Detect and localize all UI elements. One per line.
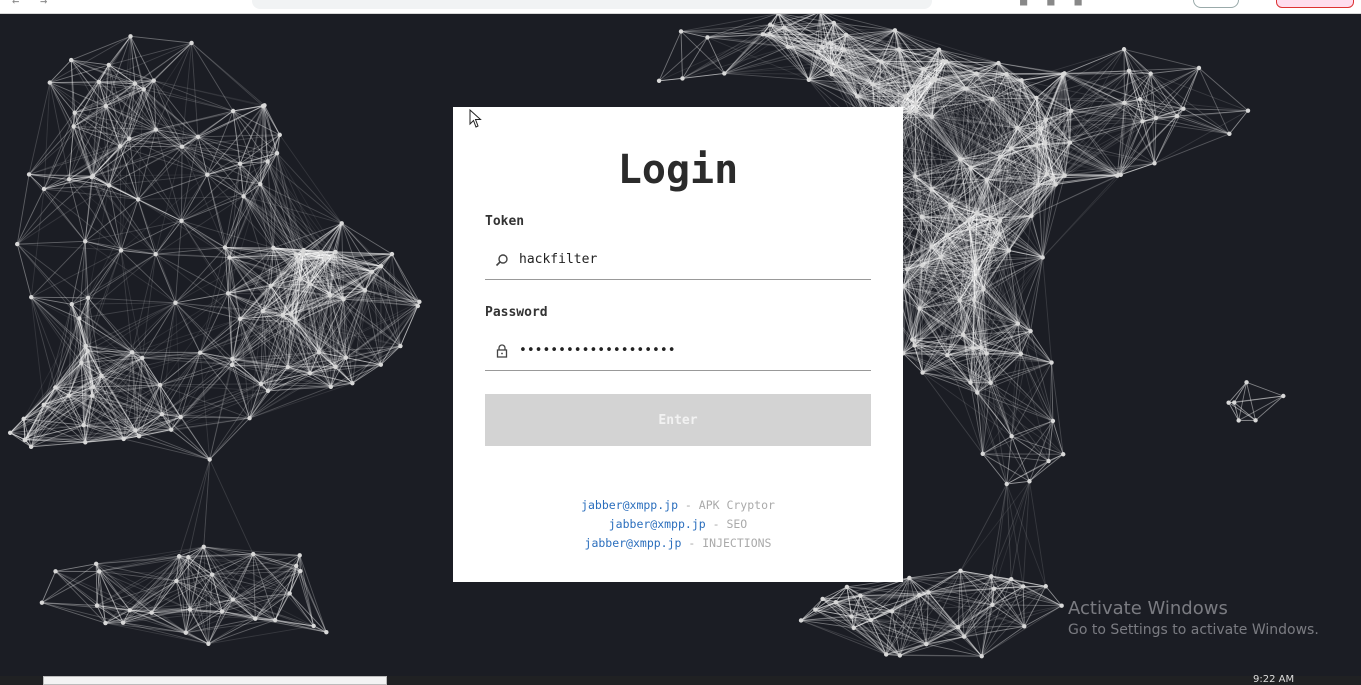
contact-item: jabber@xmpp.jp - APK Cryptor (453, 496, 903, 515)
browser-toolbar: ← → ■■■ (0, 0, 1361, 14)
taskbar: 9:22 AM (0, 674, 1361, 685)
watermark-subtitle: Go to Settings to activate Windows. (1068, 622, 1319, 638)
watermark-title: Activate Windows (1068, 598, 1228, 619)
password-label: Password (485, 305, 548, 320)
token-input[interactable] (519, 247, 859, 271)
profile-button[interactable] (1193, 0, 1239, 8)
login-card: Login Token Password Enter jabber@xmpp.j… (453, 107, 903, 582)
taskbar-search-box[interactable] (43, 676, 387, 685)
page-title: Login (617, 147, 739, 193)
lock-icon (496, 344, 508, 358)
password-input[interactable] (519, 338, 859, 362)
forward-arrow-icon[interactable]: → (40, 0, 47, 8)
mouse-pointer-icon (469, 109, 482, 128)
contact-link[interactable]: jabber@xmpp.jp (609, 517, 706, 531)
contact-service: - INJECTIONS (681, 536, 772, 550)
password-field[interactable] (485, 330, 871, 371)
search-icon (495, 254, 508, 267)
contact-link[interactable]: jabber@xmpp.jp (585, 536, 682, 550)
update-button[interactable] (1276, 0, 1354, 8)
taskbar-clock: 9:22 AM (1253, 674, 1295, 685)
contact-service: - SEO (705, 517, 748, 531)
token-label: Token (485, 214, 525, 229)
extension-icons[interactable]: ■■■ (1020, 0, 1102, 8)
address-bar[interactable] (252, 0, 932, 9)
contact-list: jabber@xmpp.jp - APK Cryptor jabber@xmpp… (453, 496, 903, 553)
contact-link[interactable]: jabber@xmpp.jp (581, 498, 678, 512)
contact-service: - APK Cryptor (678, 498, 775, 512)
contact-item: jabber@xmpp.jp - INJECTIONS (453, 534, 903, 553)
back-arrow-icon[interactable]: ← (12, 0, 19, 8)
contact-item: jabber@xmpp.jp - SEO (453, 515, 903, 534)
enter-button[interactable]: Enter (485, 394, 871, 446)
activate-windows-watermark: Activate Windows Go to Settings to activ… (1068, 598, 1319, 638)
token-field[interactable] (485, 239, 871, 280)
